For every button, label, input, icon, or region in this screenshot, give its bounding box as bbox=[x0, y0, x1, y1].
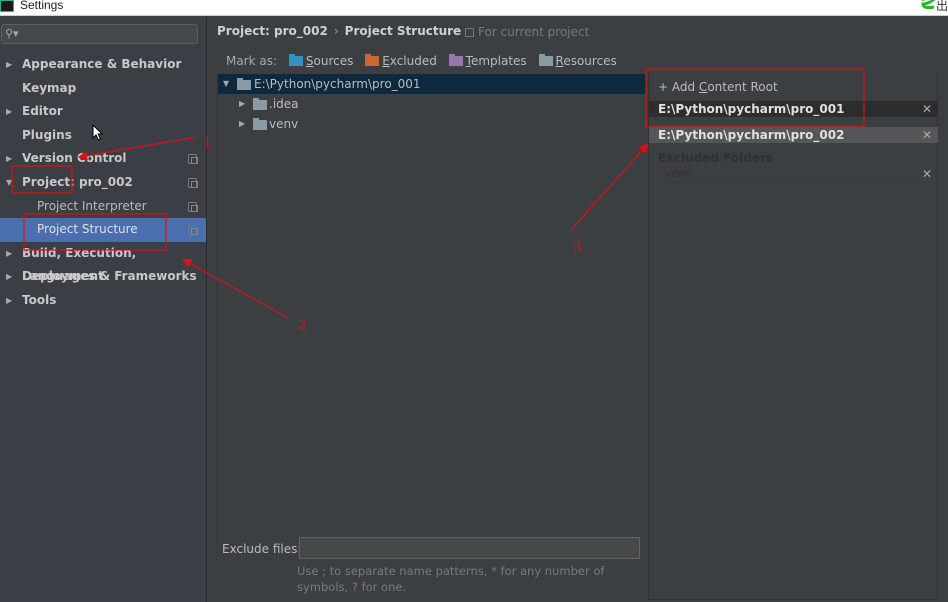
sidebar-item-label: Tools bbox=[22, 292, 57, 307]
expand-arrow-icon[interactable]: ▶ bbox=[6, 289, 12, 313]
mark-as-label: Mark as: bbox=[226, 54, 278, 68]
settings-nav: ▶ Appearance & Behavior Keymap ▶ Editor … bbox=[0, 53, 206, 313]
expand-arrow-icon[interactable]: ▶ bbox=[239, 94, 245, 114]
remove-root-icon[interactable]: ✕ bbox=[922, 101, 932, 117]
breadcrumb: Project: pro_002 › Project Structure bbox=[217, 24, 461, 38]
sidebar-item-label: Project Structure bbox=[37, 222, 138, 237]
sidebar-item-tools[interactable]: ▶ Tools bbox=[0, 289, 206, 313]
collapse-arrow-icon[interactable]: ▼ bbox=[223, 74, 229, 94]
settings-sidebar: ⚲▾ ▶ Appearance & Behavior Keymap ▶ Edit… bbox=[0, 17, 206, 602]
folder-icon bbox=[237, 78, 251, 90]
sidebar-item-label: Project: pro_002 bbox=[22, 174, 133, 189]
project-level-icon bbox=[188, 154, 198, 165]
mnemonic: E bbox=[382, 54, 390, 68]
mnemonic: S bbox=[305, 54, 314, 68]
excluded-folder-name: venv bbox=[665, 167, 692, 180]
exclude-files-label: Exclude files: bbox=[222, 542, 302, 556]
sidebar-item-keymap[interactable]: Keymap bbox=[0, 77, 206, 101]
mark-sources-button[interactable]: Sources bbox=[288, 54, 354, 68]
project-level-icon bbox=[465, 28, 474, 37]
window-titlebar: Settings 出 bbox=[0, 0, 948, 16]
sidebar-item-editor[interactable]: ▶ Editor bbox=[0, 100, 206, 124]
leader-dots bbox=[689, 179, 920, 180]
breadcrumb-parent: Project: pro_002 bbox=[217, 24, 328, 38]
sidebar-item-label: Keymap bbox=[22, 80, 77, 95]
mark-excluded-button[interactable]: Excluded bbox=[365, 54, 437, 68]
mark-resources-button[interactable]: Resources bbox=[538, 54, 617, 68]
collapse-arrow-icon[interactable]: ▼ bbox=[6, 171, 12, 195]
sidebar-item-label: Appearance & Behavior bbox=[22, 57, 182, 71]
folder-icon bbox=[253, 98, 267, 110]
expand-arrow-icon[interactable]: ▶ bbox=[6, 147, 12, 171]
project-structure-panel: Project: pro_002 › Project Structure For c… bbox=[207, 17, 948, 602]
project-level-icon bbox=[188, 201, 198, 212]
expand-arrow-icon[interactable]: ▶ bbox=[6, 53, 12, 77]
sidebar-item-label: Languages & Frameworks bbox=[22, 269, 197, 284]
content-root-tree: ▼ E:\Python\pycharm\pro_001 ▶ .idea ▶ ve… bbox=[217, 74, 646, 544]
project-level-icon bbox=[188, 225, 198, 236]
breadcrumb-separator: › bbox=[333, 24, 339, 38]
button-label: xcluded bbox=[389, 54, 437, 68]
mouse-cursor-icon bbox=[92, 124, 104, 141]
scope-text: For current project bbox=[478, 25, 590, 39]
tree-row-root[interactable]: ▼ E:\Python\pycharm\pro_001 bbox=[218, 74, 646, 94]
content-root-path: E:\Python\pycharm\pro_001 bbox=[658, 102, 845, 116]
mark-templates-button[interactable]: Templates bbox=[448, 54, 527, 68]
expand-arrow-icon[interactable]: ▶ bbox=[6, 100, 12, 124]
tree-item-label: venv bbox=[269, 117, 299, 131]
tree-row-venv[interactable]: ▶ venv bbox=[218, 114, 646, 134]
sidebar-item-project[interactable]: ▼ Project: pro_002 bbox=[0, 171, 206, 195]
window-title: Settings bbox=[20, 0, 64, 12]
add-label-rest: ontent Root bbox=[707, 80, 778, 94]
sources-folder-icon bbox=[288, 54, 303, 66]
folder-icon bbox=[253, 118, 267, 130]
remove-root-icon[interactable]: ✕ bbox=[922, 127, 932, 143]
content-root-item[interactable]: E:\Python\pycharm\pro_001 ✕ bbox=[649, 101, 938, 117]
button-label: esources bbox=[563, 54, 617, 68]
sidebar-item-label: Editor bbox=[22, 104, 63, 119]
sidebar-item-version-control[interactable]: ▶ Version Control bbox=[0, 147, 206, 171]
excluded-folder-icon bbox=[365, 54, 380, 66]
expand-arrow-icon[interactable]: ▶ bbox=[6, 265, 12, 289]
sidebar-item-label: Project Interpreter bbox=[37, 198, 147, 213]
corner-text: 出 bbox=[935, 0, 948, 13]
sidebar-item-appearance-behavior[interactable]: ▶ Appearance & Behavior bbox=[0, 53, 206, 77]
tree-item-label: .idea bbox=[269, 97, 299, 111]
resources-folder-icon bbox=[538, 54, 553, 66]
exclude-files-hint: Use ; to separate name patterns, * for a… bbox=[297, 564, 605, 594]
content-roots-panel: + Add Content Root E:\Python\pycharm\pro… bbox=[648, 72, 938, 600]
pycharm-app-icon bbox=[0, 0, 14, 12]
scope-note: For current project bbox=[465, 25, 589, 39]
remove-excluded-icon[interactable]: ✕ bbox=[922, 167, 932, 181]
exclude-files-input[interactable] bbox=[299, 537, 640, 559]
breadcrumb-current: Project Structure bbox=[344, 24, 462, 38]
mark-as-toolbar: Mark as: Sources Excluded Templates Reso… bbox=[226, 54, 617, 68]
content-root-path: E:\Python\pycharm\pro_002 bbox=[658, 128, 845, 142]
sidebar-item-project-structure[interactable]: Project Structure bbox=[0, 218, 206, 242]
add-label: + Add bbox=[658, 80, 699, 94]
button-label: ources bbox=[313, 54, 354, 68]
settings-search-input[interactable]: ⚲▾ bbox=[1, 24, 198, 44]
tree-item-label: E:\Python\pycharm\pro_001 bbox=[254, 77, 421, 91]
tree-row-idea[interactable]: ▶ .idea bbox=[218, 94, 646, 114]
project-level-icon bbox=[188, 177, 198, 188]
search-icon: ⚲▾ bbox=[5, 27, 19, 40]
excluded-folders-title: Excluded Folders bbox=[658, 151, 774, 165]
tray-logo-icon bbox=[921, 0, 936, 10]
expand-arrow-icon[interactable]: ▶ bbox=[239, 114, 245, 134]
sidebar-item-project-interpreter[interactable]: Project Interpreter bbox=[0, 195, 206, 219]
sidebar-item-label: Plugins bbox=[22, 127, 72, 142]
templates-folder-icon bbox=[448, 54, 463, 66]
expand-arrow-icon[interactable]: ▶ bbox=[6, 242, 12, 266]
excluded-folder-item[interactable]: venv ✕ bbox=[649, 167, 938, 183]
sidebar-item-build-execution-deployment[interactable]: ▶ Build, Execution, Deployment bbox=[0, 242, 206, 284]
content-root-item[interactable]: E:\Python\pycharm\pro_002 ✕ bbox=[649, 127, 938, 143]
button-label: emplates bbox=[470, 54, 527, 68]
add-content-root-button[interactable]: + Add Content Root bbox=[658, 80, 778, 94]
sidebar-item-label: Version Control bbox=[22, 151, 127, 166]
sidebar-item-languages-frameworks[interactable]: ▶ Languages & Frameworks bbox=[0, 265, 206, 289]
